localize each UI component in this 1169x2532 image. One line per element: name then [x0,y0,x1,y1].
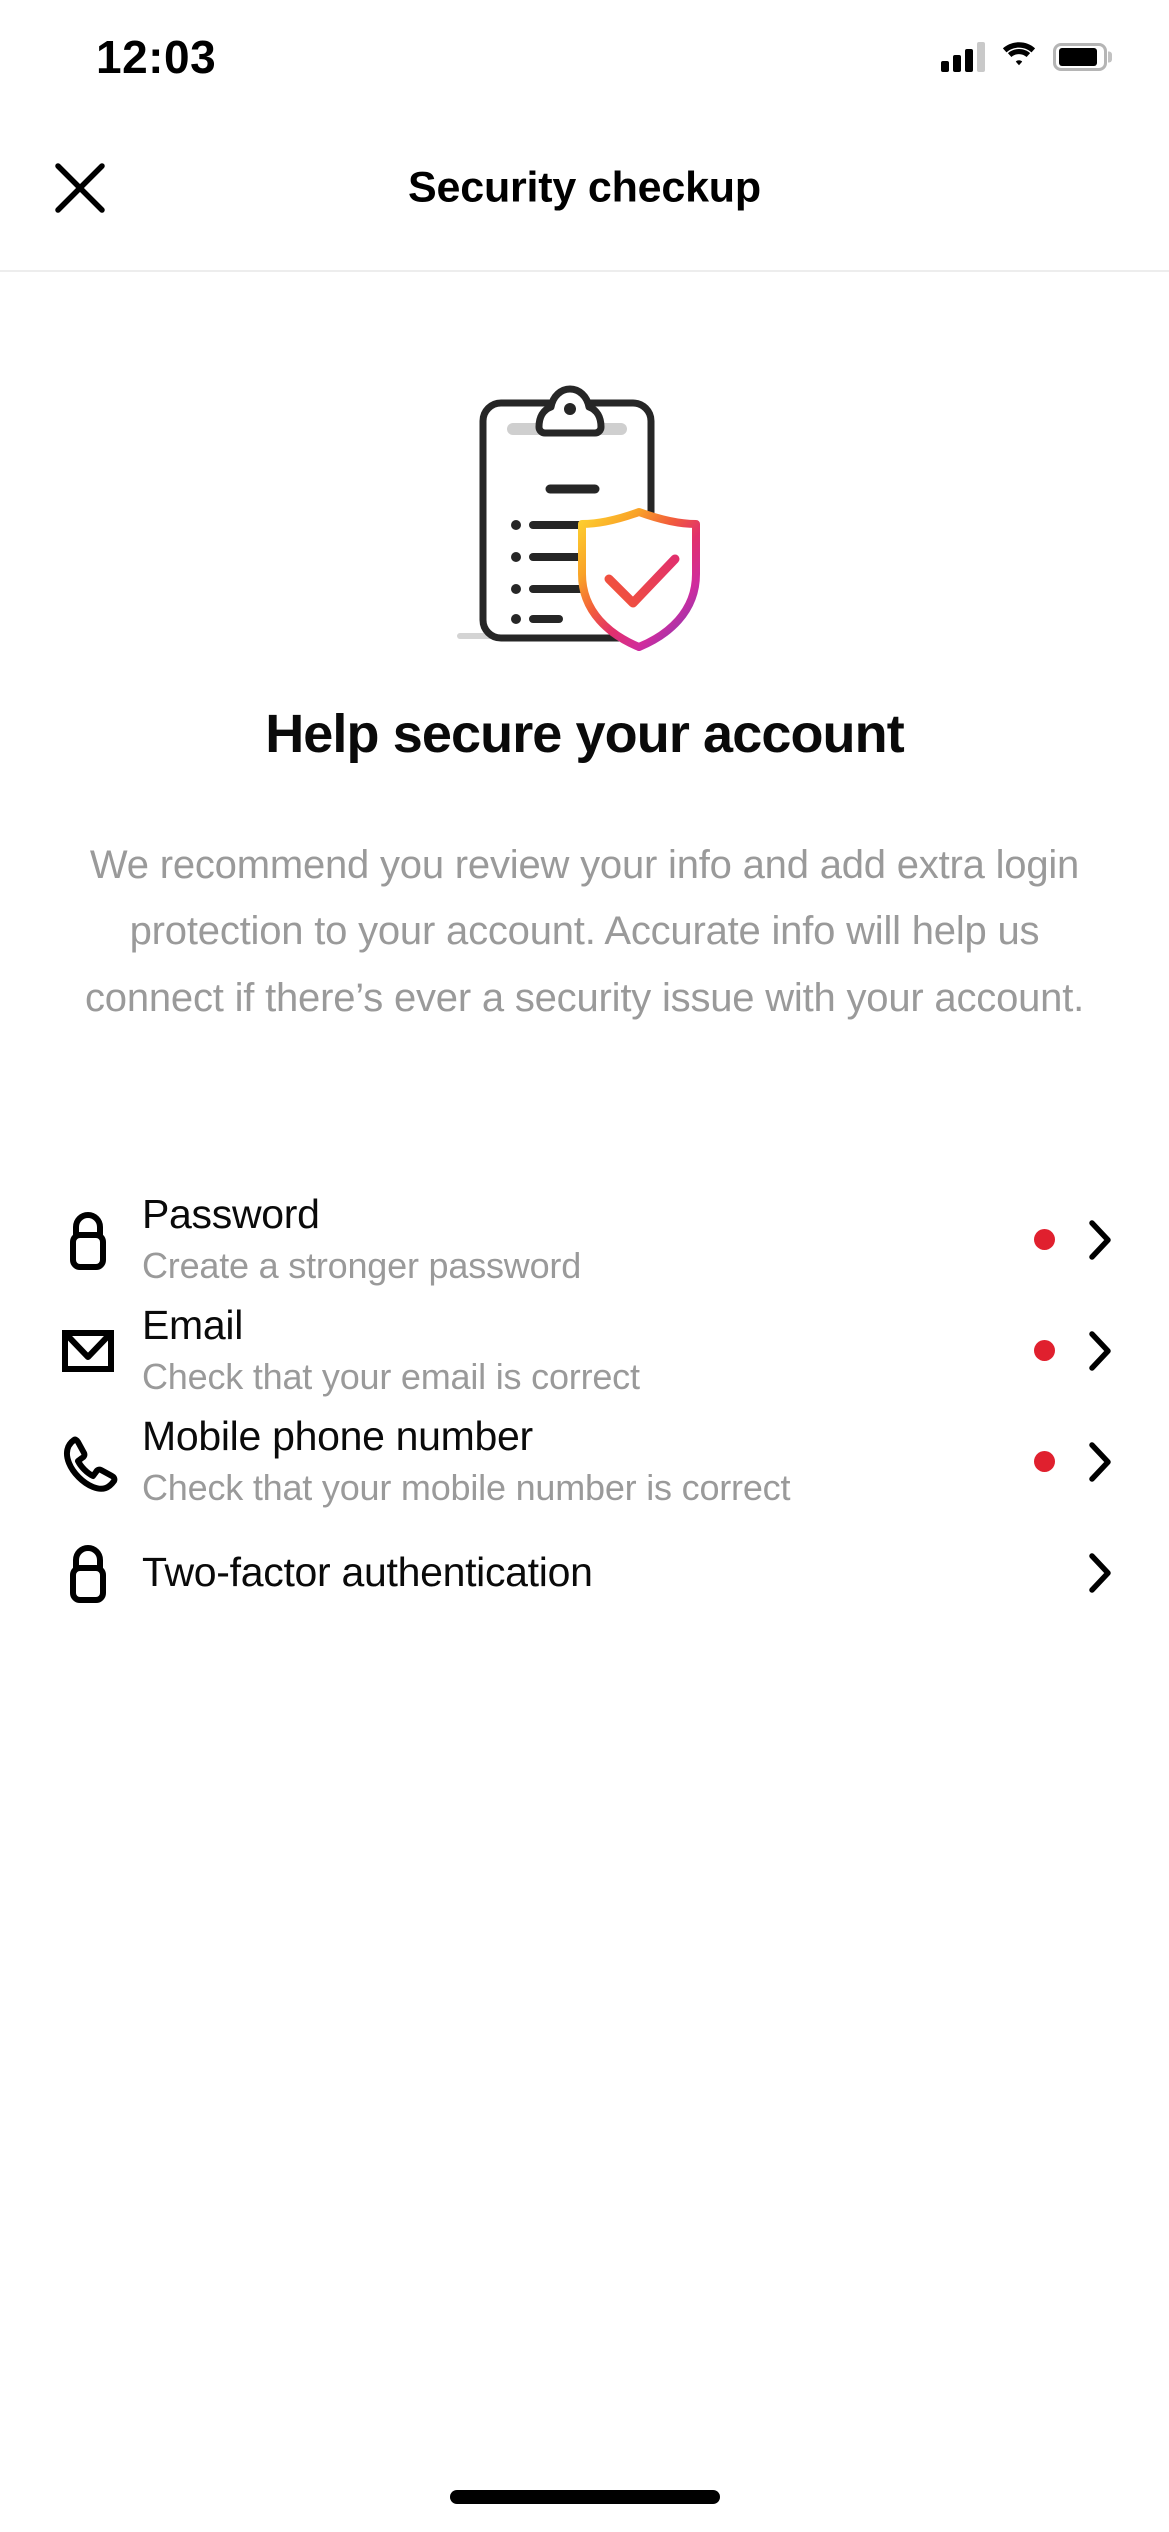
checklist-item-two-factor-authentication[interactable]: Two-factor authentication [0,1517,1169,1628]
checklist-item-password[interactable]: Password Create a stronger password [0,1184,1169,1295]
checklist-item-subtitle: Create a stronger password [142,1245,582,1287]
checklist-item-text: Password Create a stronger password [130,1190,1034,1289]
lock-icon [46,1209,130,1271]
hero-headline: Help secure your account [265,704,905,764]
security-checklist: Password Create a stronger password Emai… [0,1184,1169,1628]
chevron-right-icon [1089,1552,1111,1593]
checklist-item-trailing [1034,1326,1117,1376]
chevron-right-icon [1089,1219,1111,1260]
status-bar-time: 12:03 [96,30,217,83]
checklist-item-subtitle: Check that your email is correct [142,1356,640,1398]
status-badge-dot [1034,1451,1055,1472]
phone-icon [46,1432,130,1492]
chevron-right-icon [1089,1330,1111,1371]
checklist-item-title: Email [142,1302,244,1348]
battery-full-icon [1053,42,1107,71]
checklist-item-trailing [1034,1548,1117,1598]
checklist-item-text: Mobile phone number Check that your mobi… [130,1412,1034,1511]
checklist-item-title: Mobile phone number [142,1413,533,1459]
page-title: Security checkup [408,163,761,211]
lock-icon [46,1542,130,1604]
status-bar-icons [941,32,1107,73]
cellular-signal-icon [941,41,985,72]
status-bar: 12:03 [0,0,1169,105]
checklist-item-subtitle: Check that your mobile number is correct [142,1467,791,1509]
clipboard-shield-check-illustration [435,365,735,665]
checklist-item-trailing [1034,1437,1117,1487]
home-indicator-bar[interactable] [449,2490,720,2504]
wifi-icon [1001,40,1037,73]
checklist-item-text: Email Check that your email is correct [130,1301,1034,1400]
hero-description: We recommend you review your info and ad… [84,843,1085,1020]
status-badge-dot [1034,1340,1055,1361]
checklist-item-title: Two-factor authentication [142,1549,593,1596]
checklist-item-mobile-phone[interactable]: Mobile phone number Check that your mobi… [0,1406,1169,1517]
checklist-item-email[interactable]: Email Check that your email is correct [0,1295,1169,1406]
checklist-item-title: Password [142,1191,320,1237]
chevron-right-icon [1089,1441,1111,1482]
envelope-icon [46,1323,130,1379]
checklist-item-text: Two-factor authentication [130,1548,1034,1596]
status-badge-dot [1034,1229,1055,1250]
checklist-item-trailing [1034,1215,1117,1265]
navigation-header: Security checkup [0,105,1169,272]
